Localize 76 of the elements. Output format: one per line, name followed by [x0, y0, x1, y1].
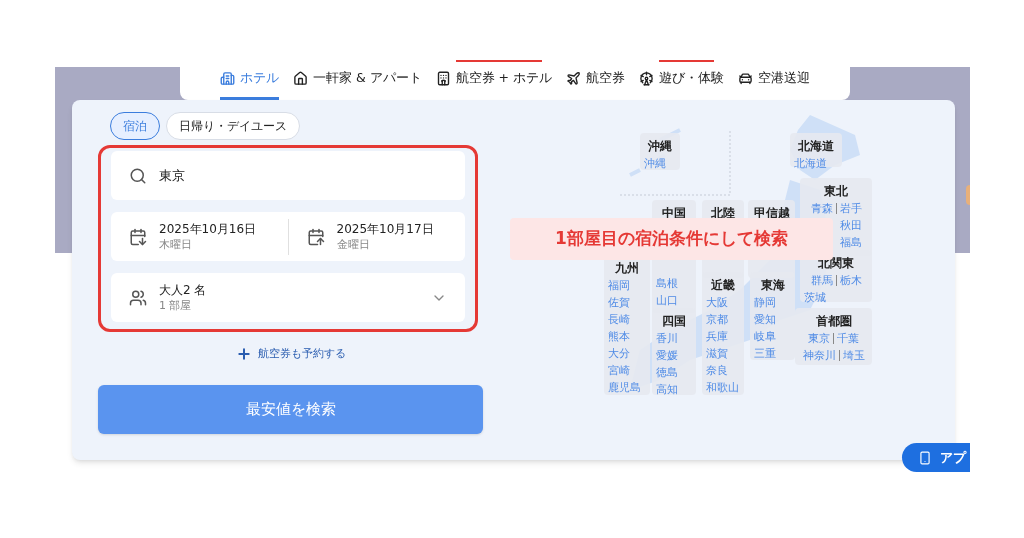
prefecture-link[interactable]: 東京: [808, 330, 830, 347]
prefecture-link[interactable]: 熊本: [608, 328, 630, 345]
prefecture-link[interactable]: 島根: [656, 275, 678, 292]
prefecture-link[interactable]: 茨城: [804, 289, 826, 306]
weekday-text: 金曜日: [336, 236, 371, 252]
prefecture-link[interactable]: 山口: [656, 292, 678, 309]
prefecture-link[interactable]: 兵庫: [706, 328, 728, 345]
nav-tab[interactable]: 空港送迎: [738, 60, 811, 100]
region-name: 近畿: [711, 277, 735, 294]
prefecture-link[interactable]: 北海道: [794, 155, 827, 172]
prefecture-link[interactable]: 福岡: [608, 277, 630, 294]
date-text: 2025年10月16日: [159, 221, 257, 237]
prefecture-link[interactable]: 青森: [810, 200, 833, 217]
check-out-field[interactable]: 2025年10月17日 金曜日: [287, 218, 465, 255]
nav-tab[interactable]: 一軒家 & アパート: [292, 60, 422, 100]
region-name: 東海: [760, 277, 785, 294]
search-icon: [129, 166, 147, 185]
prefecture-link[interactable]: 群馬: [810, 272, 833, 289]
weekday-text: 木曜日: [159, 236, 193, 252]
car-icon: [738, 71, 754, 86]
rooms-text: 1 部屋: [159, 297, 193, 313]
prefecture-link[interactable]: 栃木: [839, 272, 862, 289]
prefecture-link[interactable]: 三重: [754, 345, 776, 362]
prefecture-link[interactable]: 沖縄: [644, 155, 666, 172]
calendar-icon: [306, 227, 325, 246]
prefecture-link[interactable]: 徳島: [656, 364, 678, 381]
destination-value: 東京: [159, 166, 185, 185]
prefecture-link[interactable]: 埼玉: [842, 347, 865, 364]
house-icon: [292, 71, 308, 86]
plane-icon: [566, 71, 582, 86]
prefecture-link[interactable]: 愛知: [754, 311, 776, 328]
app-button[interactable]: アプ: [902, 443, 970, 472]
nav-tab[interactable]: 遊び・体験: [639, 60, 725, 100]
region-name: 東北: [824, 183, 848, 200]
prefecture-link[interactable]: 香川: [656, 330, 678, 347]
stay-type-pill[interactable]: 宿泊: [110, 112, 160, 140]
calendar-icon: [129, 227, 147, 246]
people-icon: [129, 288, 147, 307]
prefecture-link[interactable]: 神奈川: [802, 347, 836, 364]
prefecture-link[interactable]: 鹿児島: [608, 379, 641, 396]
destination-field[interactable]: 東京: [111, 151, 465, 200]
prefecture-link[interactable]: 和歌山: [706, 379, 739, 396]
search-button[interactable]: 最安値を検索: [98, 384, 483, 434]
prefecture-link[interactable]: 千葉: [837, 330, 859, 347]
adults-text: 大人2 名: [159, 282, 208, 298]
guests-field[interactable]: 大人2 名 1 部屋: [111, 273, 465, 322]
prefecture-link[interactable]: 大分: [608, 345, 630, 362]
building-icon: [219, 71, 235, 86]
prefecture-link[interactable]: 滋賀: [706, 345, 728, 362]
region-name: 四国: [662, 313, 686, 330]
prefecture-link[interactable]: 佐賀: [608, 294, 630, 311]
prefecture-link[interactable]: 奈良: [706, 362, 728, 379]
hotel-icon: [435, 71, 451, 86]
prefecture-link[interactable]: 高知: [656, 381, 678, 398]
region-name: 首都圏: [815, 313, 852, 330]
prefecture-link[interactable]: 静岡: [754, 294, 776, 311]
prefecture-link[interactable]: 大阪: [706, 294, 728, 311]
smartphone-icon: [918, 450, 932, 465]
prefecture-link[interactable]: 京都: [706, 311, 728, 328]
check-in-field[interactable]: 2025年10月16日 木曜日: [111, 218, 288, 255]
date-text: 2025年10月17日: [336, 221, 434, 237]
region-name: 沖縄: [648, 138, 672, 155]
add-flight-link[interactable]: 航空券も予約する: [235, 346, 346, 363]
region-name: 北海道: [798, 138, 834, 155]
prefecture-link[interactable]: 秋田: [840, 217, 862, 234]
stay-type-pill[interactable]: 日帰り・デイユース: [166, 112, 300, 140]
prefecture-link[interactable]: 愛媛: [656, 347, 678, 364]
ferris-wheel-icon: [639, 71, 655, 86]
prefecture-link[interactable]: 岐阜: [754, 328, 776, 345]
nav-tab[interactable]: 航空券 + ホテル: [435, 60, 553, 100]
prefecture-link[interactable]: 岩手: [839, 200, 862, 217]
prefecture-link[interactable]: 福島: [840, 234, 862, 251]
prefecture-link[interactable]: 宮崎: [608, 362, 630, 379]
region-name: 九州: [615, 260, 639, 277]
prefecture-link[interactable]: 長崎: [608, 311, 630, 328]
nav-tab[interactable]: 航空券: [566, 60, 626, 100]
